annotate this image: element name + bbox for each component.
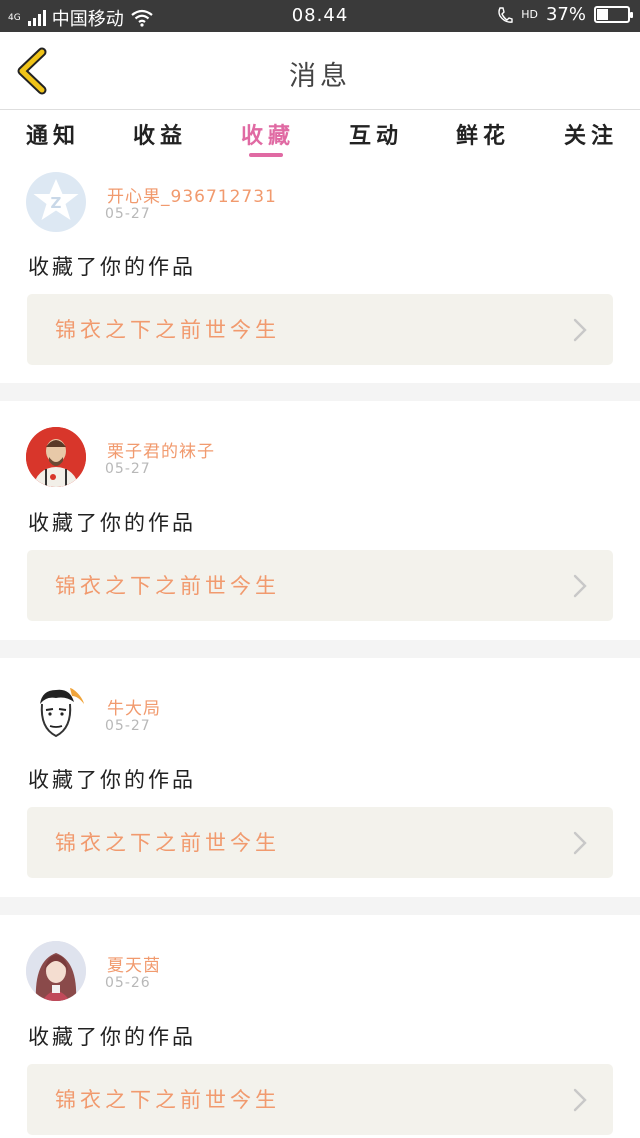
user-avatar[interactable]: [26, 941, 86, 1001]
work-title: 锦衣之下之前世今生: [55, 574, 280, 598]
message-item: 栗子君的袜子 05-27 收藏了你的作品 锦衣之下之前世今生: [0, 401, 640, 640]
battery-icon: [594, 6, 633, 23]
tab-notifications[interactable]: 通知: [3, 118, 103, 150]
list-separator: [0, 383, 640, 401]
username[interactable]: 栗子君的袜子: [107, 437, 215, 462]
nav-header: 消息: [0, 32, 640, 110]
message-action: 收藏了你的作品: [28, 768, 196, 792]
chevron-right-icon: [573, 318, 587, 342]
chevron-right-icon: [573, 1088, 587, 1112]
username[interactable]: 牛大局: [107, 694, 161, 719]
work-card[interactable]: 锦衣之下之前世今生: [27, 1064, 613, 1135]
tab-flowers[interactable]: 鲜花: [433, 118, 533, 150]
message-action: 收藏了你的作品: [28, 255, 196, 279]
page-title: 消息: [289, 61, 351, 92]
work-card[interactable]: 锦衣之下之前世今生: [27, 294, 613, 365]
work-title: 锦衣之下之前世今生: [55, 831, 280, 855]
message-action: 收藏了你的作品: [28, 1025, 196, 1049]
svg-text:Z: Z: [51, 194, 62, 212]
message-item: 夏天茵 05-26 收藏了你的作品 锦衣之下之前世今生: [0, 915, 640, 1138]
tab-earnings[interactable]: 收益: [110, 118, 210, 150]
user-avatar[interactable]: [26, 427, 86, 487]
message-action: 收藏了你的作品: [28, 511, 196, 535]
username[interactable]: 开心果_936712731: [107, 182, 277, 207]
work-title: 锦衣之下之前世今生: [55, 1088, 280, 1112]
message-item: 牛大局 05-27 收藏了你的作品 锦衣之下之前世今生: [0, 658, 640, 897]
message-date: 05-27: [105, 206, 151, 222]
status-right: HD 37%: [497, 4, 633, 25]
default-avatar-icon[interactable]: Z: [26, 172, 86, 232]
username[interactable]: 夏天茵: [107, 951, 161, 976]
message-item: Z 开心果_936712731 05-27 收藏了你的作品 锦衣之下之前世今生: [0, 162, 640, 383]
work-title: 锦衣之下之前世今生: [55, 318, 280, 342]
chevron-right-icon: [573, 574, 587, 598]
message-tabs: 通知 收益 收藏 互动 鲜花 关注: [0, 110, 640, 162]
message-date: 05-27: [105, 718, 151, 734]
call-icon: [498, 6, 513, 23]
work-card[interactable]: 锦衣之下之前世今生: [27, 550, 613, 621]
chevron-right-icon: [573, 831, 587, 855]
user-avatar[interactable]: [26, 684, 86, 744]
tab-interactions[interactable]: 互动: [326, 118, 426, 150]
status-bar: 4G 中国移动 08.44 HD 37%: [0, 0, 640, 32]
work-card[interactable]: 锦衣之下之前世今生: [27, 807, 613, 878]
list-separator: [0, 897, 640, 915]
active-tab-indicator: [249, 153, 283, 157]
battery-percent: 37%: [545, 4, 586, 25]
hd-label: HD: [521, 8, 538, 21]
tab-follows[interactable]: 关注: [541, 118, 640, 150]
message-date: 05-26: [105, 975, 151, 991]
tab-favorites[interactable]: 收藏: [218, 118, 318, 150]
message-date: 05-27: [105, 461, 151, 477]
list-separator: [0, 640, 640, 658]
